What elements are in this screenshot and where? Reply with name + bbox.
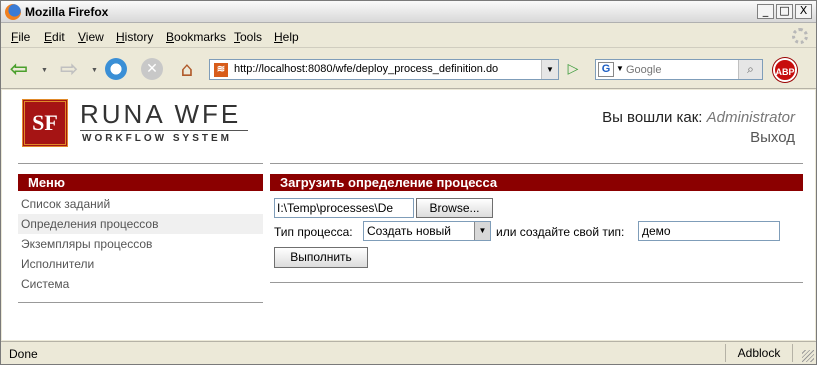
search-bar[interactable]: G ▼ ⌕ [595,59,763,80]
search-input[interactable] [626,62,734,77]
logout-link[interactable]: Выход [602,128,795,148]
own-type-label: или создайте свой тип: [496,225,625,239]
window-title: Mozilla Firefox [25,5,109,19]
sidebar-title: Меню [18,174,263,191]
site-favicon-icon: ≋ [214,63,228,77]
chevron-down-icon[interactable]: ▼ [474,222,490,240]
sidebar-menu: Список заданий Определения процессов Экз… [18,194,263,294]
adblock-plus-icon[interactable]: ABP [773,58,797,82]
back-history-dropdown-icon[interactable]: ▼ [41,67,48,74]
username: Administrator [706,109,795,126]
process-type-label: Тип процесса: [274,225,353,239]
browser-window: Mozilla Firefox _ □ X File Edit View His… [0,0,817,365]
throbber-icon [792,28,808,44]
go-arrow-icon[interactable]: ▷ [565,61,581,77]
search-engine-dropdown-icon[interactable]: ▼ [616,64,624,73]
forward-arrow-icon[interactable]: ⇨ [57,57,81,82]
status-text: Done [9,347,38,361]
sidebar-bottom-divider [18,302,263,303]
main-bottom-divider [270,282,803,283]
main-top-divider [270,163,803,164]
runa-wfe-logo: SF RUNA WFE WORKFLOW SYSTEM [22,99,262,151]
title-bar: Mozilla Firefox _ □ X [1,1,816,23]
url-bar[interactable]: ≋ http://localhost:8080/wfe/deploy_proce… [209,59,559,80]
home-icon[interactable]: ⌂ [175,57,199,81]
forward-history-dropdown-icon[interactable]: ▼ [91,67,98,74]
menu-help[interactable]: Help [274,30,299,44]
browse-button[interactable]: Browse... [416,198,493,218]
file-path-input[interactable]: I:\Temp\processes\De [274,198,414,218]
url-text[interactable]: http://localhost:8080/wfe/deploy_process… [234,63,498,75]
menu-tools[interactable]: Tools [234,30,262,44]
firefox-icon [5,4,21,20]
logo-name: RUNA WFE [80,99,242,129]
back-arrow-icon[interactable]: ⇦ [7,57,31,82]
menu-bookmarks[interactable]: Bookmarks [166,30,226,44]
minimize-button[interactable]: _ [757,4,774,19]
logo-subtitle: WORKFLOW SYSTEM [82,133,232,144]
google-engine-icon[interactable]: G [598,62,614,77]
close-button[interactable]: X [795,4,812,19]
logo-mark: SF [22,99,68,147]
adblock-status[interactable]: Adblock [725,344,793,362]
navigation-toolbar: ⇦ ▼ ⇨ ▼ ✕ ⌂ ≋ http://localhost:8080/wfe/… [1,49,816,89]
page-content: SF RUNA WFE WORKFLOW SYSTEM Вы вошли как… [2,90,815,340]
user-info: Вы вошли как: Administrator Выход [602,108,795,148]
menu-file[interactable]: File [11,30,30,44]
process-type-select[interactable]: Создать новый ▼ [363,221,491,241]
status-bar: Done Adblock [1,341,816,364]
stop-icon[interactable]: ✕ [141,58,163,80]
sidebar-item-process-instances[interactable]: Экземпляры процессов [18,234,263,254]
url-history-dropdown-icon[interactable]: ▼ [541,60,558,79]
menu-bar: File Edit View History Bookmarks Tools H… [1,24,816,48]
process-type-selected: Создать новый [367,224,451,238]
submit-button[interactable]: Выполнить [274,247,368,268]
reload-icon[interactable] [105,58,127,80]
sidebar-top-divider [18,163,263,164]
main-panel-title: Загрузить определение процесса [270,174,803,191]
menu-history[interactable]: History [116,30,153,44]
logged-in-label: Вы вошли как: [602,109,703,126]
resize-grip-icon[interactable] [802,350,814,362]
sidebar-item-system[interactable]: Система [18,274,263,294]
sidebar-item-tasks[interactable]: Список заданий [18,194,263,214]
search-magnifier-icon[interactable]: ⌕ [738,60,762,79]
own-type-input[interactable]: демо [638,221,780,241]
window-controls: _ □ X [757,4,812,19]
logo-divider [80,130,248,131]
sidebar-item-executors[interactable]: Исполнители [18,254,263,274]
menu-view[interactable]: View [78,30,104,44]
menu-edit[interactable]: Edit [44,30,65,44]
maximize-button[interactable]: □ [776,4,793,19]
sidebar-item-process-definitions[interactable]: Определения процессов [18,214,263,234]
